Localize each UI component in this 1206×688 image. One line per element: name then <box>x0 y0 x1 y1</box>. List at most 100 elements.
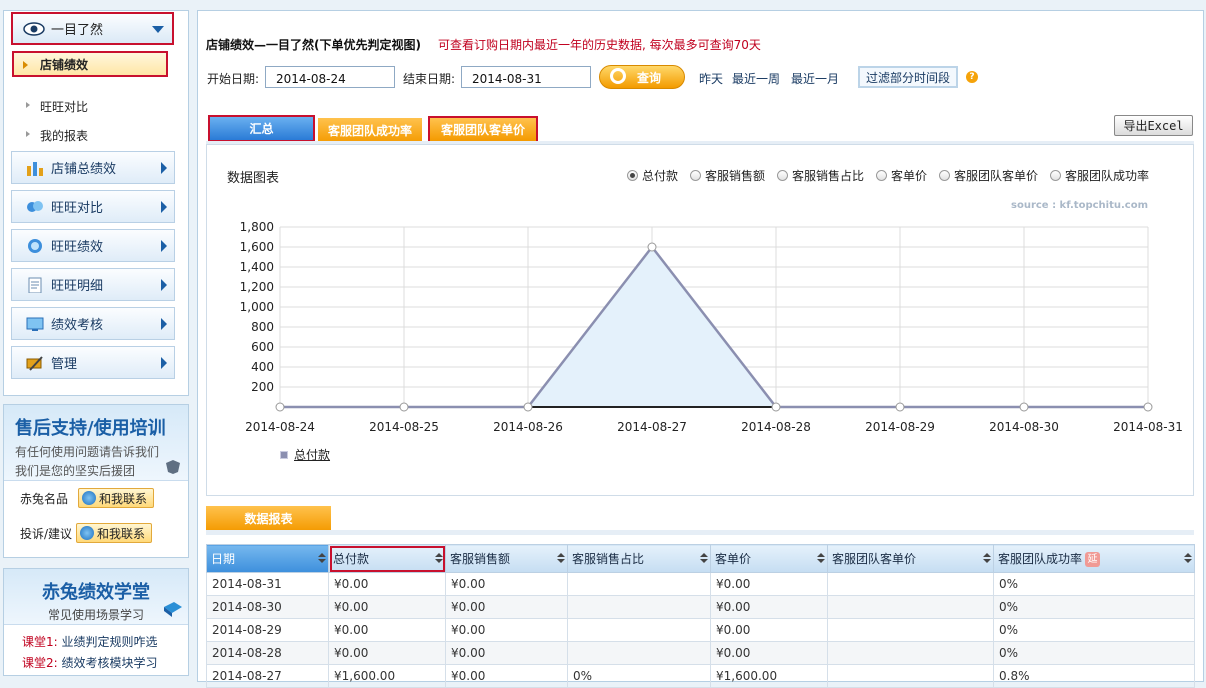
col-label: 客服销售额 <box>450 552 511 566</box>
legend-swatch <box>280 450 288 459</box>
data-point <box>523 402 533 412</box>
data-point <box>1143 402 1153 412</box>
radio-team-success-rate[interactable]: 客服团队成功率 <box>1050 167 1149 184</box>
sidebar-item-shop-performance[interactable]: 店铺绩效 <box>12 51 168 77</box>
radio-circle <box>876 170 887 181</box>
table-cell: ¥1,600.00 <box>328 664 446 688</box>
col-label: 客单价 <box>715 552 752 566</box>
col-date[interactable]: 日期 <box>206 544 329 573</box>
page-note: 可查看订购日期内最近一年的历史数据, 每次最多可查询70天 <box>438 38 761 52</box>
table-cell: ¥0.00 <box>445 641 568 665</box>
data-point <box>275 402 285 412</box>
view-selector-dropdown[interactable]: 一目了然 <box>11 12 174 45</box>
menu-performance-review[interactable]: 绩效考核 <box>11 307 175 340</box>
end-date-input[interactable] <box>461 66 591 88</box>
menu-label: 店铺总绩效 <box>51 162 117 177</box>
tab-team-unit-price[interactable]: 客服团队客单价 <box>428 116 538 143</box>
col-cs-sales-share[interactable]: 客服销售占比 <box>567 544 711 573</box>
table-cell <box>827 595 994 619</box>
tab-team-success-rate[interactable]: 客服团队成功率 <box>318 118 422 149</box>
col-label: 客服团队客单价 <box>832 552 917 566</box>
radio-circle <box>777 170 788 181</box>
legend-total-payment[interactable]: 总付款 <box>280 446 330 463</box>
table-cell <box>827 641 994 665</box>
radio-label: 总付款 <box>642 169 679 183</box>
chevron-right-icon <box>161 357 167 369</box>
table-cell: ¥0.00 <box>445 572 568 596</box>
table-cell: ¥0.00 <box>710 641 828 665</box>
menu-label: 旺旺明细 <box>51 279 104 294</box>
radio-total-payment[interactable]: 总付款 <box>627 167 678 184</box>
start-date-input[interactable] <box>265 66 395 88</box>
academy-subtitle: 常见使用场景学习 <box>47 608 144 622</box>
lesson-text: 业绩判定规则咋选 <box>61 635 158 649</box>
col-total-payment[interactable]: 总付款 <box>328 544 446 573</box>
sidebar-item-wangwang-compare[interactable]: 旺旺对比 <box>24 96 88 116</box>
radio-team-unit-price[interactable]: 客服团队客单价 <box>939 167 1038 184</box>
radio-label: 客服销售占比 <box>792 169 865 183</box>
support-line-1: 有任何使用问题请告诉我们 <box>15 445 160 459</box>
tab-summary[interactable]: 汇总 <box>208 115 315 142</box>
menu-label: 旺旺绩效 <box>51 240 104 255</box>
contact-row-1: 赤兔名品 和我联系 <box>20 486 155 510</box>
document-icon <box>28 277 42 293</box>
query-button[interactable]: 查询 <box>599 65 685 89</box>
radio-circle <box>627 170 638 181</box>
help-icon[interactable]: ? <box>966 71 978 83</box>
table-cell <box>827 618 994 642</box>
menu-wangwang-detail[interactable]: 旺旺明细 <box>11 268 175 301</box>
menu-wangwang-compare[interactable]: 旺旺对比 <box>11 190 175 223</box>
contact-button-label: 和我联系 <box>99 491 148 506</box>
col-label: 日期 <box>211 552 236 566</box>
sidebar-item-my-reports[interactable]: 我的报表 <box>24 125 88 145</box>
contact-row-2: 投诉/建议 和我联系 <box>20 521 153 545</box>
contact-me-button[interactable]: 和我联系 <box>76 523 153 543</box>
table-cell: 0% <box>993 595 1195 619</box>
data-point <box>647 242 657 252</box>
table-row: 2014-08-29 ¥0.00 ¥0.00 ¥0.00 0% <box>206 618 1195 642</box>
col-team-success-rate[interactable]: 客服团队成功率延 <box>993 544 1195 573</box>
filter-time-button[interactable]: 过滤部分时间段 <box>858 66 958 88</box>
menu-manage[interactable]: 管理 <box>11 346 175 379</box>
table-cell: ¥0.00 <box>328 641 446 665</box>
table-cell: ¥0.00 <box>328 618 446 642</box>
radio-cs-sales-share[interactable]: 客服销售占比 <box>777 167 864 184</box>
x-tick-label: 2014-08-25 <box>369 420 439 434</box>
x-tick-label: 2014-08-28 <box>741 420 811 434</box>
export-excel-button[interactable]: 导出Excel <box>1114 115 1193 136</box>
col-unit-price[interactable]: 客单价 <box>710 544 828 573</box>
menu-wangwang-performance[interactable]: 旺旺绩效 <box>11 229 175 262</box>
wangwang-icon <box>82 491 97 505</box>
x-tick-label: 2014-08-29 <box>865 420 935 434</box>
table-cell: ¥0.00 <box>710 618 828 642</box>
quick-link-last-week[interactable]: 最近一周 <box>732 70 780 87</box>
tab-data-report[interactable]: 数据报表 <box>206 506 331 531</box>
wangwang-icon <box>28 239 42 253</box>
radio-cs-sales[interactable]: 客服销售额 <box>690 167 765 184</box>
report-divider <box>206 530 1194 535</box>
line-chart: 200 400 600 800 1,000 1,200 1,400 1,600 1,800 201… <box>240 220 1183 434</box>
contact-me-button[interactable]: 和我联系 <box>78 488 155 508</box>
col-cs-sales[interactable]: 客服销售额 <box>445 544 568 573</box>
y-tick-label: 1,600 <box>240 240 274 254</box>
menu-shop-total[interactable]: 店铺总绩效 <box>11 151 175 184</box>
extend-badge: 延 <box>1085 552 1101 567</box>
lesson-link-2[interactable]: 课堂2: 绩效考核模块学习 <box>22 654 158 671</box>
x-tick-label: 2014-08-27 <box>617 420 687 434</box>
lesson-link-1[interactable]: 课堂1: 业绩判定规则咋选 <box>22 633 158 650</box>
table-cell: 2014-08-31 <box>206 572 329 596</box>
quick-link-last-month[interactable]: 最近一月 <box>791 70 839 87</box>
table-cell: 2014-08-27 <box>206 664 329 688</box>
support-title: 售后支持/使用培训 <box>15 418 166 439</box>
table-cell: 0% <box>993 618 1195 642</box>
y-tick-label: 200 <box>251 380 274 394</box>
col-team-unit-price[interactable]: 客服团队客单价 <box>827 544 994 573</box>
radio-unit-price[interactable]: 客单价 <box>876 167 927 184</box>
contact-label: 投诉/建议 <box>20 526 73 541</box>
table-cell: ¥0.00 <box>445 664 568 688</box>
book-icon <box>164 602 182 617</box>
table-cell <box>827 664 994 688</box>
table-cell <box>567 618 711 642</box>
quick-link-yesterday[interactable]: 昨天 <box>699 70 723 87</box>
eye-icon <box>23 21 45 36</box>
